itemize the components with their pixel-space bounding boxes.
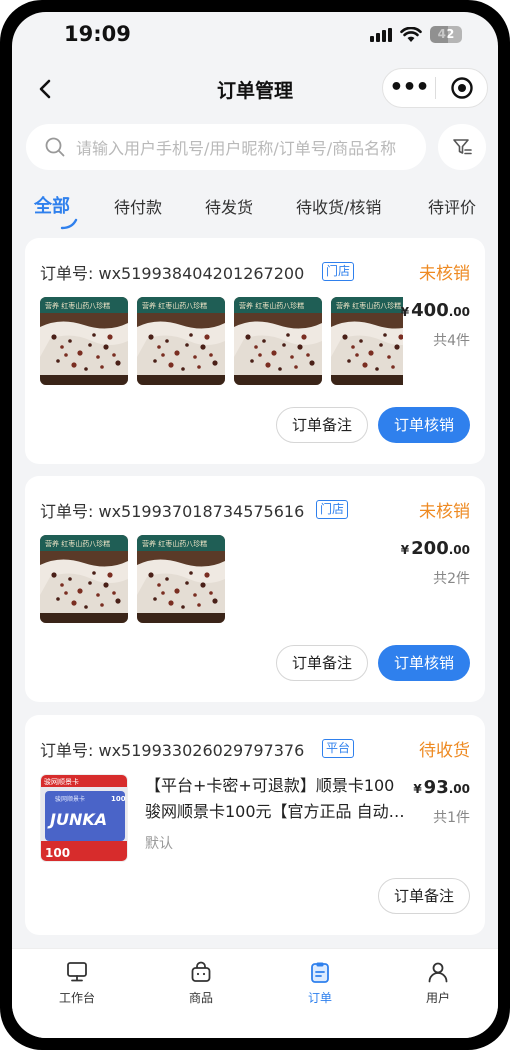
mini-program-capsule: ••• <box>382 68 488 108</box>
cake-image: 营养 红枣山药八珍糕 <box>137 297 225 385</box>
tabbar-label: 商品 <box>188 991 213 1005</box>
tab-pending-review[interactable]: 待评价 <box>428 194 476 218</box>
cake-image: 营养 红枣山药八珍糕 <box>234 297 322 385</box>
product-thumbnail-card[interactable]: 骏网顺景卡 骏网顺景卡 100 JUNKA 100 <box>40 774 128 862</box>
desktop-icon <box>67 962 87 982</box>
tabbar-item-users[interactable]: 用户 <box>398 957 478 1006</box>
order-status: 未核销 <box>419 502 470 522</box>
thumb-caption: 营养 红枣山药八珍糕 <box>336 301 401 310</box>
card-name-text: 骏网顺景卡 <box>55 795 85 803</box>
close-target-icon[interactable] <box>436 76 487 100</box>
tab-active-indicator <box>60 218 78 230</box>
product-title[interactable]: 【平台+卡密+可退款】顺景卡100 骏网顺景卡100元【官方正品 自动发货】 <box>145 773 415 825</box>
order-price: ¥93.00 <box>413 777 470 798</box>
thumb-caption: 营养 红枣山药八珍糕 <box>45 539 110 548</box>
search-icon <box>45 137 65 157</box>
order-card[interactable]: 订单号: wx519933026029797376 平台 待收货 骏网顺景卡 骏… <box>25 715 485 935</box>
source-tag: 门店 <box>322 262 355 281</box>
order-status-tabs: 全部 待付款 待发货 待收货/核销 待评价 <box>12 188 498 232</box>
nav-bar: 订单管理 ••• <box>12 64 498 114</box>
product-thumbnail[interactable]: 营养 红枣山药八珍糕 <box>137 535 225 623</box>
user-icon <box>428 962 448 983</box>
tabbar-label: 用户 <box>425 991 450 1005</box>
order-price: ¥200.00 <box>400 538 470 559</box>
card-corner-value: 100 <box>111 795 126 803</box>
card-header-text: 骏网顺景卡 <box>44 777 79 786</box>
battery-icon: 42 <box>430 26 462 43</box>
cake-image: 营养 红枣山药八珍糕 <box>40 297 128 385</box>
status-bar: 19:09 42 <box>12 12 498 62</box>
search-placeholder: 请输入用户手机号/用户昵称/订单号/商品名称 <box>76 139 397 158</box>
cake-image: 营养 红枣山药八珍糕 <box>331 297 403 385</box>
product-thumbnail[interactable]: 营养 红枣山药八珍糕 <box>40 297 128 385</box>
bottom-tab-bar: 工作台 商品 订单 用户 <box>12 948 498 1038</box>
order-card[interactable]: 订单号: wx519937018734575616 门店 未核销 营养 红枣山药… <box>25 476 485 702</box>
order-remark-button[interactable]: 订单备注 <box>276 645 368 681</box>
product-thumbnail[interactable]: 营养 红枣山药八珍糕 <box>331 297 403 385</box>
thumb-caption: 营养 红枣山药八珍糕 <box>142 301 207 310</box>
tabbar-item-products[interactable]: 商品 <box>161 957 241 1006</box>
tabbar-label: 订单 <box>307 991 332 1005</box>
order-remark-button[interactable]: 订单备注 <box>276 407 368 443</box>
tab-pending-shipment[interactable]: 待发货 <box>205 194 253 218</box>
phone-frame: 19:09 42 订单管理 ••• 请输入用户手机号/用户昵称/订单号/商品名称… <box>0 0 510 1050</box>
tabbar-label: 工作台 <box>58 991 95 1005</box>
tabbar-item-workbench[interactable]: 工作台 <box>37 957 117 1006</box>
tabbar-item-orders[interactable]: 订单 <box>280 957 360 1006</box>
product-spec: 默认 <box>145 836 173 852</box>
cake-image: 营养 红枣山药八珍糕 <box>40 535 128 623</box>
order-icon <box>311 962 329 983</box>
card-value-text: 100 <box>45 846 70 860</box>
product-title-line1: 【平台+卡密+可退款】顺景卡100 <box>145 776 395 795</box>
bag-icon <box>191 961 211 982</box>
cake-image: 营养 红枣山药八珍糕 <box>137 535 225 623</box>
tab-pending-receipt[interactable]: 待收货/核销 <box>296 194 381 218</box>
tab-all[interactable]: 全部 <box>34 192 70 218</box>
order-remark-button[interactable]: 订单备注 <box>378 878 470 914</box>
wifi-icon <box>400 26 422 42</box>
product-thumbnail[interactable]: 营养 红枣山药八珍糕 <box>234 297 322 385</box>
app-screen: 19:09 42 订单管理 ••• 请输入用户手机号/用户昵称/订单号/商品名称… <box>12 12 498 1038</box>
card-brand-text: JUNKA <box>47 810 107 829</box>
order-price: ¥400.00 <box>400 300 470 321</box>
status-time: 19:09 <box>64 22 131 46</box>
more-icon[interactable]: ••• <box>383 68 435 108</box>
thumb-caption: 营养 红枣山药八珍糕 <box>45 301 110 310</box>
filter-button[interactable] <box>438 124 486 170</box>
order-number: 订单号: wx519933026029797376 <box>40 741 305 760</box>
order-status: 待收货 <box>419 741 470 761</box>
product-thumbnail[interactable]: 营养 红枣山药八珍糕 <box>40 535 128 623</box>
tab-pending-payment[interactable]: 待付款 <box>114 194 162 218</box>
order-verify-button[interactable]: 订单核销 <box>378 407 470 443</box>
filter-icon <box>453 139 472 155</box>
item-count: 共1件 <box>433 810 470 826</box>
order-card[interactable]: 订单号: wx519938404201267200 门店 未核销 营养 红枣山药… <box>25 238 485 464</box>
source-tag: 平台 <box>322 739 355 758</box>
gift-card-image: 骏网顺景卡 骏网顺景卡 100 JUNKA 100 <box>41 775 127 861</box>
product-thumbnail[interactable]: 营养 红枣山药八珍糕 <box>137 297 225 385</box>
order-number: 订单号: wx519938404201267200 <box>40 264 305 283</box>
source-tag: 门店 <box>316 500 349 519</box>
item-count: 共2件 <box>433 571 470 587</box>
thumb-caption: 营养 红枣山药八珍糕 <box>142 539 207 548</box>
order-number: 订单号: wx519937018734575616 <box>40 502 305 521</box>
order-status: 未核销 <box>419 264 470 284</box>
signal-icon <box>370 27 392 42</box>
thumb-caption: 营养 红枣山药八珍糕 <box>239 301 304 310</box>
product-title-line2: 骏网顺景卡100元【官方正品 自动发货】 <box>145 802 415 821</box>
order-verify-button[interactable]: 订单核销 <box>378 645 470 681</box>
item-count: 共4件 <box>433 333 470 349</box>
search-input[interactable]: 请输入用户手机号/用户昵称/订单号/商品名称 <box>26 124 426 170</box>
status-icons: 42 <box>370 26 462 43</box>
